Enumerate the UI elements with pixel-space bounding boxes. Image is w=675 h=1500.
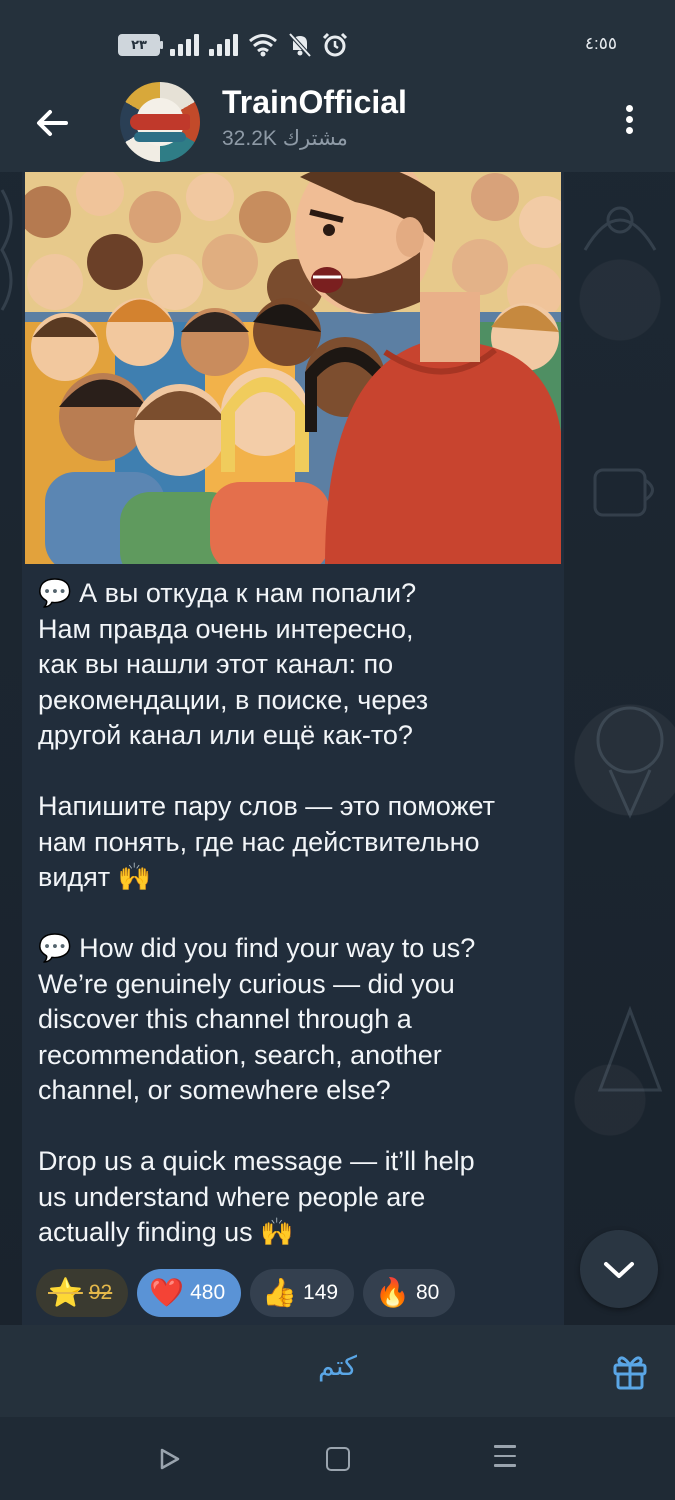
reaction-star[interactable]: ⭐ 92 (36, 1269, 129, 1317)
signal-icon (209, 34, 238, 56)
mute-button[interactable]: كتم (0, 1351, 675, 1382)
reaction-count: 149 (303, 1281, 339, 1304)
post-image[interactable] (25, 172, 561, 564)
reaction-count: 80 (415, 1281, 440, 1304)
wifi-icon (249, 34, 277, 57)
mute-bell-icon (288, 32, 312, 58)
channel-avatar[interactable] (120, 82, 200, 162)
thumbs-up-icon: 👍 (262, 1277, 298, 1308)
battery-icon: ٢٣ (118, 34, 163, 56)
more-options-icon[interactable] (618, 102, 640, 142)
star-icon: ⭐ (48, 1277, 83, 1308)
message-text: 💬 А вы откуда к нам попали? Нам правда о… (38, 578, 496, 1247)
reaction-count: 480 (190, 1281, 226, 1304)
nav-back-icon[interactable] (158, 1447, 182, 1471)
nav-home-icon[interactable] (326, 1447, 350, 1471)
chat-header: TrainOfficial 32.2K مشترك (0, 80, 675, 172)
reaction-count: 92 (88, 1281, 113, 1304)
system-nav-bar (0, 1417, 675, 1500)
back-arrow-icon[interactable] (30, 100, 76, 146)
reaction-thumbs-up[interactable]: 👍 149 (250, 1269, 355, 1317)
subscriber-count: 32.2K مشترك (222, 127, 348, 150)
message-bubble[interactable]: 💬 А вы откуда к нам попали? Нам правда о… (22, 172, 564, 1325)
reaction-heart[interactable]: ❤️ 480 (137, 1269, 242, 1317)
scroll-down-button[interactable] (580, 1230, 658, 1308)
status-bar: ٢٣ ٤:٥٥ (0, 0, 675, 80)
heart-icon: ❤️ (149, 1277, 185, 1308)
nav-recents-icon[interactable] (494, 1445, 516, 1474)
reactions-row: ⭐ 92 ❤️ 480 👍 149 🔥 80 (36, 1269, 456, 1317)
alarm-icon (322, 32, 348, 57)
chevron-down-icon (604, 1262, 634, 1278)
status-time: ٤:٥٥ (584, 34, 617, 53)
reaction-fire[interactable]: 🔥 80 (363, 1269, 456, 1317)
channel-title[interactable]: TrainOfficial (222, 84, 407, 121)
channel-bottom-bar: كتم (0, 1325, 675, 1417)
fire-icon: 🔥 (375, 1277, 410, 1308)
signal-icon (170, 34, 199, 56)
gift-icon[interactable] (610, 1351, 650, 1391)
